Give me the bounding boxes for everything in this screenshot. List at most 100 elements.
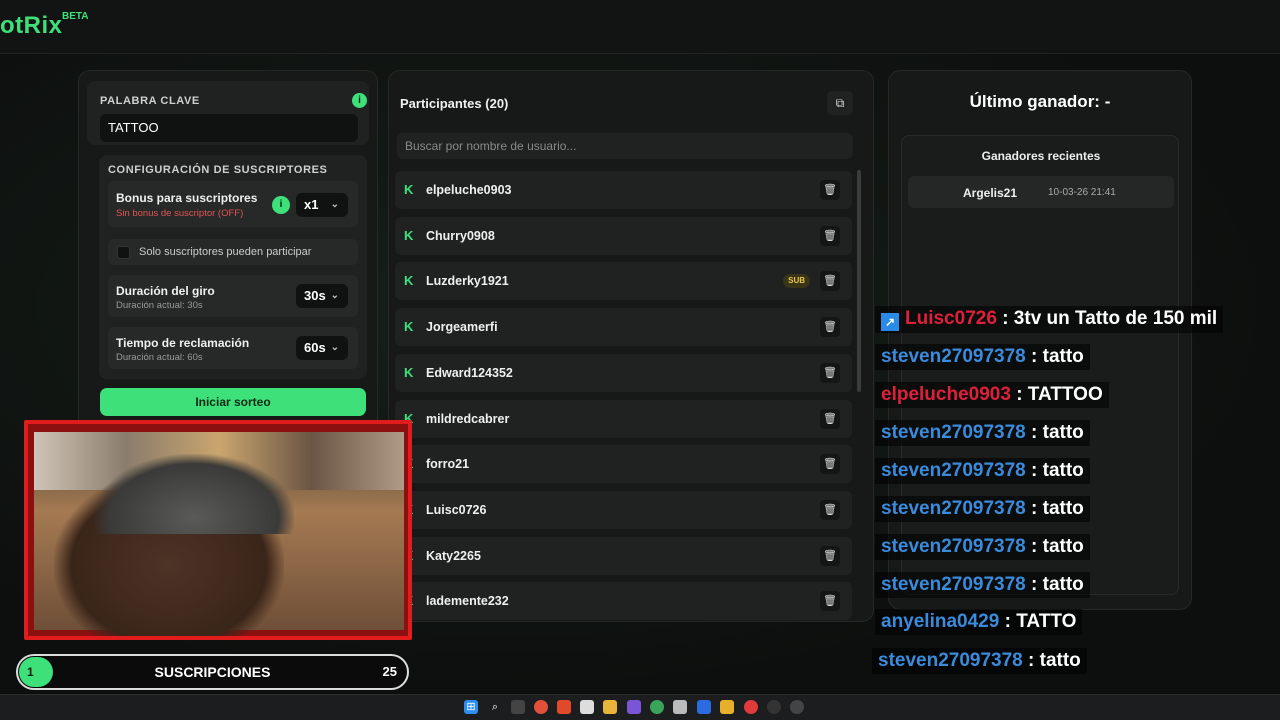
- app-icon[interactable]: [627, 700, 641, 714]
- claim-select[interactable]: 60s ⌄: [296, 336, 348, 360]
- info-icon[interactable]: i: [352, 93, 367, 108]
- kick-icon: K: [404, 273, 414, 289]
- calendar-icon[interactable]: [580, 700, 594, 714]
- trash-icon[interactable]: 🗑: [820, 408, 840, 429]
- recent-winners-title: Ganadores recientes: [981, 149, 1101, 163]
- start-raffle-button[interactable]: Iniciar sorteo: [100, 388, 366, 416]
- only-subs-label: Solo suscriptores pueden participar: [139, 246, 312, 258]
- subscriptions-goal-bar: 1 SUSCRIPCIONES 25: [16, 654, 409, 690]
- subs-config-card: CONFIGURACIÓN DE SUSCRIPTORES Bonus para…: [99, 155, 367, 379]
- trash-icon[interactable]: 🗑: [820, 180, 840, 200]
- winner-name: Argelis21: [963, 186, 1018, 200]
- obs-icon[interactable]: [767, 700, 781, 714]
- kick-icon: K: [404, 182, 414, 197]
- recent-winner-row: Argelis21 10-03-26 21:41: [908, 176, 1174, 208]
- windows-start-icon[interactable]: ⊞: [464, 700, 478, 714]
- goal-target: 25: [382, 664, 397, 679]
- trash-icon[interactable]: 🗑: [820, 454, 840, 475]
- shield-icon[interactable]: [697, 700, 711, 714]
- app-icon[interactable]: [720, 700, 734, 714]
- chat-text: : tatto: [1031, 460, 1084, 481]
- chat-username: Luisc0726: [905, 308, 997, 329]
- task-view-icon[interactable]: [511, 700, 525, 714]
- trash-icon[interactable]: 🗑: [820, 499, 840, 520]
- app-logo[interactable]: otRix: [0, 12, 63, 40]
- trash-icon[interactable]: 🗑: [820, 225, 840, 246]
- participant-row: K Edward124352 🗑: [395, 353, 852, 392]
- participant-row: Kelpeluche0903 🗑: [395, 171, 852, 209]
- only-subs-checkbox[interactable]: [117, 246, 130, 259]
- bonus-title: Bonus para suscriptores: [116, 191, 258, 205]
- chevron-down-icon: ⌄: [330, 342, 339, 353]
- participant-name: forro21: [426, 457, 470, 472]
- participants-scrollbar[interactable]: [857, 170, 861, 392]
- bonus-select[interactable]: x1 ⌄: [296, 193, 348, 217]
- participant-name: Luisc0726: [426, 502, 487, 517]
- moderator-badge-icon: ↗: [881, 313, 899, 331]
- chat-message: steven27097378 : tatto: [875, 344, 1090, 370]
- trash-icon[interactable]: 🗑: [820, 362, 840, 383]
- bonus-info-icon[interactable]: i: [272, 196, 290, 214]
- participant-row: Klademente232🗑: [395, 582, 852, 621]
- trash-icon[interactable]: 🗑: [820, 317, 840, 338]
- participant-name: Jorgeamerfi: [426, 320, 498, 335]
- spin-duration-row: Duración del giro Duración actual: 30s 3…: [108, 275, 358, 317]
- participant-name: elpeluche0903: [426, 183, 512, 197]
- participant-name: Edward124352: [426, 365, 513, 380]
- keyword-input[interactable]: TATTOO: [100, 114, 358, 142]
- chat-text: : TATTO: [1004, 611, 1077, 632]
- chat-username: elpeluche0903: [881, 384, 1011, 405]
- chat-message: steven27097378 : tatto: [875, 496, 1090, 522]
- kick-icon: K: [404, 227, 414, 243]
- media-icon[interactable]: [790, 700, 804, 714]
- chat-text: : 3tv un Tatto de 150 mil: [1002, 308, 1218, 329]
- goal-label: SUSCRIPCIONES: [154, 664, 271, 680]
- chat-username: steven27097378: [881, 498, 1026, 519]
- trash-icon[interactable]: 🗑: [820, 591, 840, 612]
- trash-icon[interactable]: 🗑: [820, 271, 840, 292]
- app-icon[interactable]: [673, 700, 687, 714]
- chat-text: : tatto: [1031, 422, 1084, 443]
- chat-message: steven27097378 : tatto: [875, 534, 1090, 560]
- participant-row: Kmildredcabrer 🗑: [395, 399, 852, 438]
- participant-name: Katy2265: [426, 548, 481, 563]
- only-subs-row[interactable]: Solo suscriptores pueden participar: [108, 239, 358, 265]
- search-icon[interactable]: ⌕: [488, 700, 502, 714]
- app-icon[interactable]: [744, 700, 758, 714]
- chevron-down-icon: ⌄: [330, 199, 339, 210]
- folder-icon[interactable]: [603, 700, 617, 714]
- trash-icon[interactable]: 🗑: [820, 545, 840, 566]
- chat-message: anyelina0429 : TATTO: [875, 609, 1083, 635]
- participant-row: KKaty2265🗑: [395, 536, 852, 575]
- participant-name: Churry0908: [426, 228, 495, 243]
- participant-row: K Churry0908 🗑: [395, 216, 852, 255]
- participant-row: Kforro21🗑: [395, 445, 852, 484]
- bonus-select-value: x1: [304, 197, 319, 212]
- participant-row: KLuisc0726🗑: [395, 490, 852, 529]
- claim-time-row: Tiempo de reclamación Duración actual: 6…: [108, 327, 358, 369]
- bonus-row: Bonus para suscriptores Sin bonus de sus…: [108, 181, 358, 227]
- chat-username: steven27097378: [881, 536, 1026, 557]
- browser-icon[interactable]: [534, 700, 548, 714]
- chat-message: steven27097378 : tatto: [875, 458, 1090, 484]
- spin-select-value: 30s: [304, 288, 326, 303]
- spin-subtitle: Duración actual: 30s: [116, 300, 203, 311]
- webcam-overlay: [24, 420, 412, 640]
- spin-select[interactable]: 30s ⌄: [296, 284, 348, 308]
- chat-text: : tatto: [1028, 650, 1081, 671]
- sub-badge: SUB: [783, 274, 810, 289]
- copy-icon[interactable]: ⧉: [827, 91, 853, 115]
- os-taskbar: ⊞ ⌕: [0, 694, 1280, 720]
- chat-text: : tatto: [1031, 498, 1084, 519]
- participant-row: K Luzderky1921 SUB 🗑: [395, 262, 852, 301]
- chat-message: steven27097378 : tatto: [875, 572, 1090, 598]
- chevron-down-icon: ⌄: [330, 290, 339, 301]
- participant-search-input[interactable]: Buscar por nombre de usuario...: [397, 133, 853, 159]
- winner-date: 10-03-26 21:41: [1048, 187, 1116, 198]
- brave-icon[interactable]: [557, 700, 571, 714]
- chat-text: : tatto: [1031, 574, 1084, 595]
- participant-name: Luzderky1921: [426, 274, 509, 289]
- participant-row: K Jorgeamerfi 🗑: [395, 308, 852, 347]
- chrome-icon[interactable]: [650, 700, 664, 714]
- keyword-label: PALABRA CLAVE: [100, 95, 200, 107]
